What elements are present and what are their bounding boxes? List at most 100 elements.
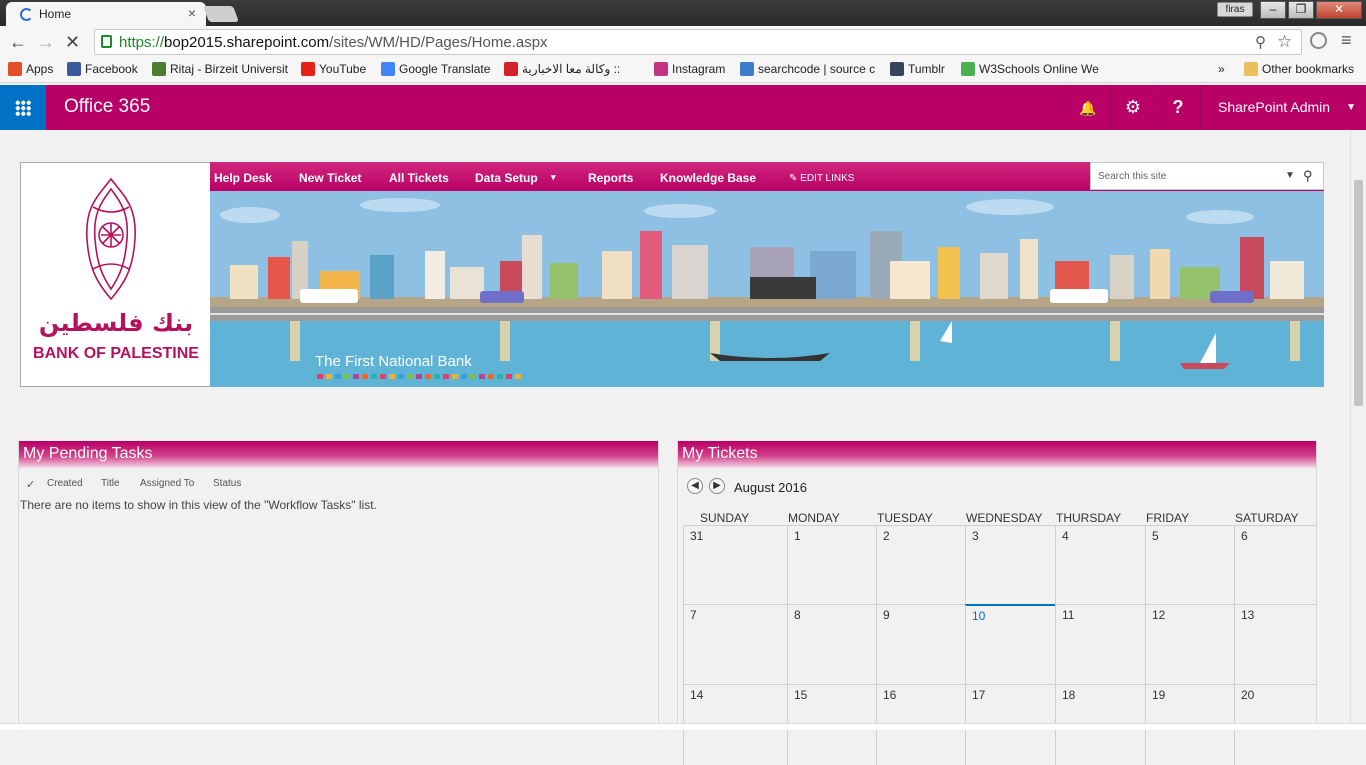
bookmark-w3schools[interactable]: W3Schools Online We: [961, 62, 1101, 76]
banner-color-dot: [344, 374, 350, 379]
calendar-day-number: 2: [883, 529, 890, 543]
banner-color-dot: [443, 374, 449, 379]
calendar-day-cell[interactable]: 11: [1055, 604, 1145, 684]
scrollbar-thumb[interactable]: [1354, 180, 1363, 406]
help-button[interactable]: ?: [1155, 85, 1200, 130]
nav-all-tickets[interactable]: All Tickets: [389, 171, 449, 185]
calendar-day-cell[interactable]: 13: [1234, 604, 1316, 684]
calendar-day-cell[interactable]: 4: [1055, 525, 1145, 604]
nav-data-setup[interactable]: Data Setup: [475, 171, 538, 185]
bookmark-ritaj[interactable]: Ritaj - Birzeit Universit: [152, 62, 288, 76]
weekday-header: TUESDAY: [877, 511, 933, 525]
chrome-menu-icon[interactable]: ≡: [1341, 30, 1352, 51]
stop-button[interactable]: ✕: [65, 32, 80, 53]
bookmark-youtube[interactable]: YouTube: [301, 62, 366, 76]
tumblr-icon: [890, 62, 904, 76]
calendar-day-number: 18: [1062, 688, 1076, 702]
bookmark-star-icon[interactable]: ☆: [1277, 32, 1292, 52]
next-month-button[interactable]: ▶: [709, 478, 725, 494]
user-name: SharePoint Admin: [1218, 99, 1331, 115]
minimize-button[interactable]: ‒: [1260, 1, 1286, 19]
other-bookmarks-folder[interactable]: Other bookmarks: [1244, 62, 1354, 76]
maan-news-icon: [504, 62, 518, 76]
bookmark-facebook[interactable]: Facebook: [67, 62, 138, 76]
bookmarks-overflow-button[interactable]: »: [1218, 62, 1225, 76]
bookmark-searchcode[interactable]: searchcode | source c: [740, 62, 880, 76]
profile-button[interactable]: firas: [1217, 2, 1253, 17]
new-tab-button[interactable]: [203, 6, 239, 22]
calendar-day-cell[interactable]: 3: [965, 525, 1055, 604]
pending-tasks-title[interactable]: My Pending Tasks: [19, 441, 658, 468]
page-scrollbar[interactable]: [1350, 130, 1366, 723]
app-launcher-button[interactable]: [0, 85, 46, 130]
calendar-day-number: 8: [794, 608, 801, 622]
calendar-day-cell[interactable]: 9: [876, 604, 965, 684]
settings-button[interactable]: ⚙: [1110, 85, 1155, 130]
site-search-input[interactable]: Search this site ▼ ⚲: [1090, 162, 1324, 190]
user-menu[interactable]: SharePoint Admin ▼: [1200, 85, 1366, 130]
column-status[interactable]: Status: [213, 478, 241, 489]
banner-color-dot: [362, 374, 368, 379]
site-logo[interactable]: بنك فلسطين BANK OF PALESTINE: [20, 162, 210, 387]
address-bar[interactable]: https://bop2015.sharepoint.com/sites/WM/…: [94, 29, 1302, 55]
nav-knowledge-base[interactable]: Knowledge Base: [660, 171, 756, 185]
searchcode-icon: [740, 62, 754, 76]
tab-close-icon[interactable]: ×: [188, 5, 196, 21]
bookmark-maan-news[interactable]: وكالة معا الاخبارية ::: [504, 62, 644, 76]
search-icon[interactable]: ⚲: [1303, 168, 1313, 184]
edit-links-button[interactable]: ✎ EDIT LINKS: [789, 173, 854, 184]
calendar-day-cell[interactable]: 8: [787, 604, 876, 684]
column-title[interactable]: Title: [101, 478, 120, 489]
apps-grid-icon: [8, 62, 22, 76]
calendar-day-cell[interactable]: 10: [965, 604, 1055, 684]
search-scope-dropdown-icon[interactable]: ▼: [1285, 170, 1295, 181]
office365-brand[interactable]: Office 365: [64, 96, 150, 118]
loading-spinner-icon: [20, 8, 33, 21]
tasks-empty-message: There are no items to show in this view …: [20, 498, 377, 512]
banner-color-dot: [461, 374, 467, 379]
tab-home[interactable]: Home ×: [6, 2, 206, 26]
window-close-button[interactable]: ✕: [1316, 1, 1362, 19]
calendar-day-cell[interactable]: 12: [1145, 604, 1234, 684]
logo-arabic-text: بنك فلسطين: [38, 309, 194, 337]
maximize-button[interactable]: ❐: [1288, 1, 1314, 19]
extension-icon[interactable]: [1310, 32, 1327, 49]
bookmark-apps[interactable]: Apps: [8, 62, 53, 76]
banner-color-strip: [317, 374, 521, 379]
instagram-icon: [654, 62, 668, 76]
banner-color-dot: [371, 374, 377, 379]
calendar-day-cell[interactable]: 2: [876, 525, 965, 604]
weekday-header: SUNDAY: [700, 511, 750, 525]
search-placeholder: Search this site: [1098, 171, 1167, 182]
pencil-icon: ✎: [789, 173, 801, 184]
nav-help-desk[interactable]: Help Desk: [214, 171, 272, 185]
column-assigned-to[interactable]: Assigned To: [140, 478, 194, 489]
calendar-day-cell[interactable]: 5: [1145, 525, 1234, 604]
forward-button[interactable]: →: [37, 32, 55, 53]
zoom-icon[interactable]: ⚲: [1255, 33, 1266, 51]
facebook-icon: [67, 62, 81, 76]
calendar-day-cell[interactable]: 6: [1234, 525, 1316, 604]
chevron-down-icon[interactable]: ▾: [551, 172, 556, 183]
back-button[interactable]: ←: [9, 32, 27, 53]
calendar-day-number: 4: [1062, 529, 1069, 543]
bookmark-instagram[interactable]: Instagram: [654, 62, 725, 76]
calendar-day-cell[interactable]: 1: [787, 525, 876, 604]
url-text[interactable]: https://bop2015.sharepoint.com/sites/WM/…: [119, 34, 548, 51]
tickets-title[interactable]: My Tickets: [678, 441, 1316, 468]
weekday-header: FRIDAY: [1146, 511, 1190, 525]
bookmark-tumblr[interactable]: Tumblr: [890, 62, 945, 76]
calendar-day-cell[interactable]: 31: [683, 525, 787, 604]
select-all-check-icon[interactable]: ✓: [26, 478, 35, 491]
column-created[interactable]: Created: [47, 478, 83, 489]
weekday-header: WEDNESDAY: [966, 511, 1043, 525]
weekday-header: THURSDAY: [1056, 511, 1122, 525]
nav-reports[interactable]: Reports: [588, 171, 633, 185]
calendar-day-number: 7: [690, 608, 697, 622]
previous-month-button[interactable]: ◀: [687, 478, 703, 494]
banner-color-dot: [425, 374, 431, 379]
bookmark-google-translate[interactable]: Google Translate: [381, 62, 490, 76]
nav-new-ticket[interactable]: New Ticket: [299, 171, 361, 185]
calendar-day-cell[interactable]: 7: [683, 604, 787, 684]
notifications-button[interactable]: 🔔: [1065, 85, 1110, 130]
